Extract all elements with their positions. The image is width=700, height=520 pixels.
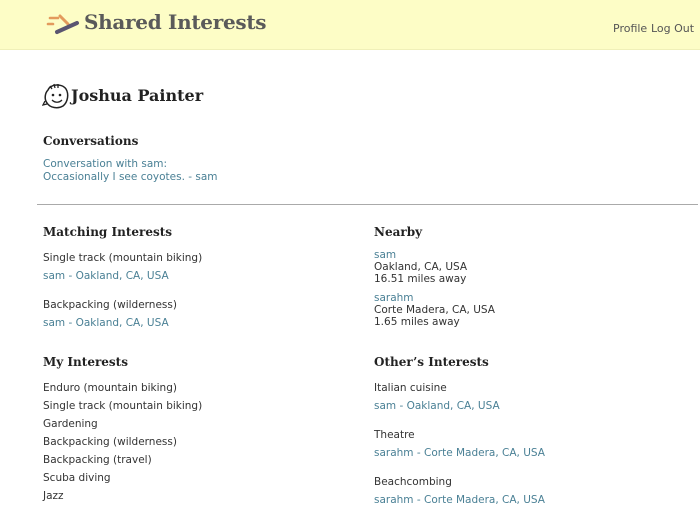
others-interest-item: Beachcombing [374,476,452,488]
others-interest-user-link[interactable]: sarahm - Corte Madera, CA, USA [374,494,545,506]
my-interest-item: Scuba diving [43,472,111,484]
nav-logout-link[interactable]: Log Out [651,22,694,35]
others-interest-user-link[interactable]: sam - Oakland, CA, USA [374,400,500,412]
nearby-user-link[interactable]: sam [374,249,396,261]
top-header: Shared Interests Profile Log Out [0,0,700,50]
conversation-subject-link[interactable]: Conversation with sam: [43,158,167,170]
nearby-distance: 16.51 miles away [374,273,467,285]
matching-interest-user-link[interactable]: sam - Oakland, CA, USA [43,317,169,329]
my-interests-title: My Interests [43,355,128,369]
nearby-location: Oakland, CA, USA [374,261,468,273]
others-interest-item: Italian cuisine [374,382,447,394]
nearby-location: Corte Madera, CA, USA [374,304,495,316]
my-interest-item: Gardening [43,418,98,430]
section-divider [37,204,698,205]
my-interest-item: Enduro (mountain biking) [43,382,177,394]
my-interest-item: Jazz [43,490,64,502]
others-interest-user-link[interactable]: sarahm - Corte Madera, CA, USA [374,447,545,459]
logo-icon[interactable] [46,12,80,36]
nav-profile-link[interactable]: Profile [613,22,647,35]
user-name: Joshua Painter [71,86,204,105]
matching-interest-item: Backpacking (wilderness) [43,299,177,311]
my-interest-item: Backpacking (travel) [43,454,152,466]
matching-interests-title: Matching Interests [43,225,173,239]
brand-title[interactable]: Shared Interests [84,10,267,34]
nearby-user-link[interactable]: sarahm [374,292,414,304]
matching-interest-user-link[interactable]: sam - Oakland, CA, USA [43,270,169,282]
my-interest-item: Backpacking (wilderness) [43,436,177,448]
conversations-title: Conversations [43,134,139,148]
doodle-face-icon [42,83,69,109]
others-interests-title: Other’s Interests [374,355,489,369]
nearby-distance: 1.65 miles away [374,316,460,328]
conversation-preview-link[interactable]: Occasionally I see coyotes. - sam [43,171,218,183]
others-interest-item: Theatre [374,429,415,441]
matching-interest-item: Single track (mountain biking) [43,252,203,264]
nearby-title: Nearby [374,225,423,239]
my-interest-item: Single track (mountain biking) [43,400,203,412]
